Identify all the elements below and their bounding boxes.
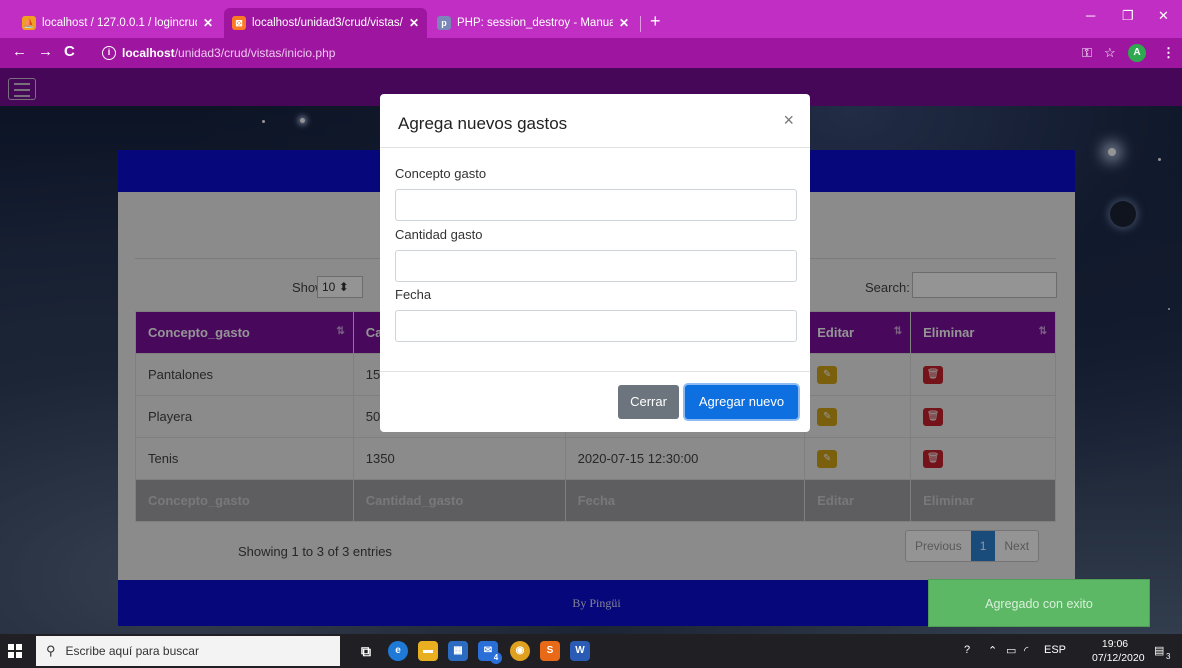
file-explorer-icon[interactable]: ▬ [418, 641, 438, 661]
notification-count: 3 [1166, 652, 1171, 661]
cantidad-input[interactable] [395, 250, 797, 282]
browser-toolbar: ← → C i localhost/unidad3/crud/vistas/in… [0, 38, 1182, 68]
concepto-input[interactable] [395, 189, 797, 221]
windows-taskbar: ⚲ Escribe aquí para buscar ⧉ e ▬ ▦ ✉ 4 ◉… [0, 634, 1182, 668]
system-clock[interactable]: 19:06 07/12/2020 [1092, 637, 1145, 665]
taskbar-search-box[interactable]: ⚲ Escribe aquí para buscar [36, 636, 340, 666]
modal-header-divider [380, 147, 810, 148]
address-bar[interactable]: i localhost/unidad3/crud/vistas/inicio.p… [102, 42, 1102, 64]
success-toast: Agregado con exito [928, 579, 1150, 627]
task-view-icon[interactable]: ⧉ [356, 641, 376, 661]
concepto-label: Concepto gasto [395, 166, 487, 181]
cerrar-button[interactable]: Cerrar [618, 385, 679, 419]
back-arrow-icon[interactable]: ← [12, 44, 27, 60]
language-indicator[interactable]: ESP [1044, 644, 1066, 656]
close-tab-icon[interactable]: ✕ [619, 16, 629, 30]
wifi-icon[interactable]: ◜ [1024, 644, 1028, 657]
minimize-icon[interactable]: ─ [1086, 8, 1095, 23]
chevron-up-icon[interactable]: ⌃ [988, 644, 997, 657]
browser-tab-php-manual[interactable]: p PHP: session_destroy - Manual ✕ [429, 8, 637, 38]
forward-arrow-icon[interactable]: → [38, 44, 53, 60]
cantidad-label: Cantidad gasto [395, 227, 483, 242]
xampp-icon: ⊠ [232, 16, 246, 30]
browser-tab-phpmyadmin[interactable]: ⛵ localhost / 127.0.0.1 / logincrud / ✕ [14, 8, 221, 38]
url-host: localhost [122, 46, 175, 60]
info-icon[interactable]: i [102, 46, 116, 60]
reload-icon[interactable]: C [64, 44, 75, 60]
key-icon[interactable]: ⚿ [1082, 45, 1092, 61]
close-tab-icon[interactable]: ✕ [203, 16, 213, 30]
restore-icon[interactable]: ❐ [1122, 8, 1134, 24]
window-close-icon[interactable]: ✕ [1158, 8, 1169, 24]
fecha-input[interactable] [395, 310, 797, 342]
modal-close-icon[interactable]: × [783, 110, 794, 131]
tab-separator [640, 16, 641, 32]
windows-start-icon[interactable] [8, 644, 22, 658]
modal-title: Agrega nuevos gastos [398, 114, 568, 133]
php-icon: p [437, 16, 451, 30]
profile-avatar[interactable]: A [1128, 44, 1146, 62]
edge-icon[interactable]: e [388, 641, 408, 661]
store-icon[interactable]: ▦ [448, 641, 468, 661]
browser-tab-inicio[interactable]: ⊠ localhost/unidad3/crud/vistas/in ✕ [224, 8, 427, 38]
menu-kebab-icon[interactable]: ⋮ [1162, 45, 1175, 61]
battery-icon[interactable]: ▭ [1006, 644, 1016, 657]
help-icon[interactable]: ? [964, 644, 970, 656]
modal-footer-divider [380, 371, 810, 372]
url-path: /unidad3/crud/vistas/inicio.php [174, 46, 336, 60]
new-tab-button[interactable]: + [650, 12, 661, 30]
sublime-icon[interactable]: S [540, 641, 560, 661]
chrome-icon[interactable]: ◉ [510, 641, 530, 661]
word-icon[interactable]: W [570, 641, 590, 661]
agregar-nuevo-button[interactable]: Agregar nuevo [685, 385, 798, 419]
bookmark-star-icon[interactable]: ☆ [1104, 45, 1116, 61]
fecha-label: Fecha [395, 287, 432, 302]
mail-badge: 4 [490, 652, 502, 664]
phpmyadmin-icon: ⛵ [22, 16, 36, 30]
search-icon: ⚲ [46, 643, 56, 658]
notification-icon[interactable]: ▤ [1154, 644, 1164, 657]
browser-tab-strip: ⛵ localhost / 127.0.0.1 / logincrud / ✕ … [0, 0, 1182, 38]
close-tab-icon[interactable]: ✕ [409, 16, 419, 30]
add-expense-modal: Agrega nuevos gastos × Concepto gasto Ca… [380, 94, 810, 432]
